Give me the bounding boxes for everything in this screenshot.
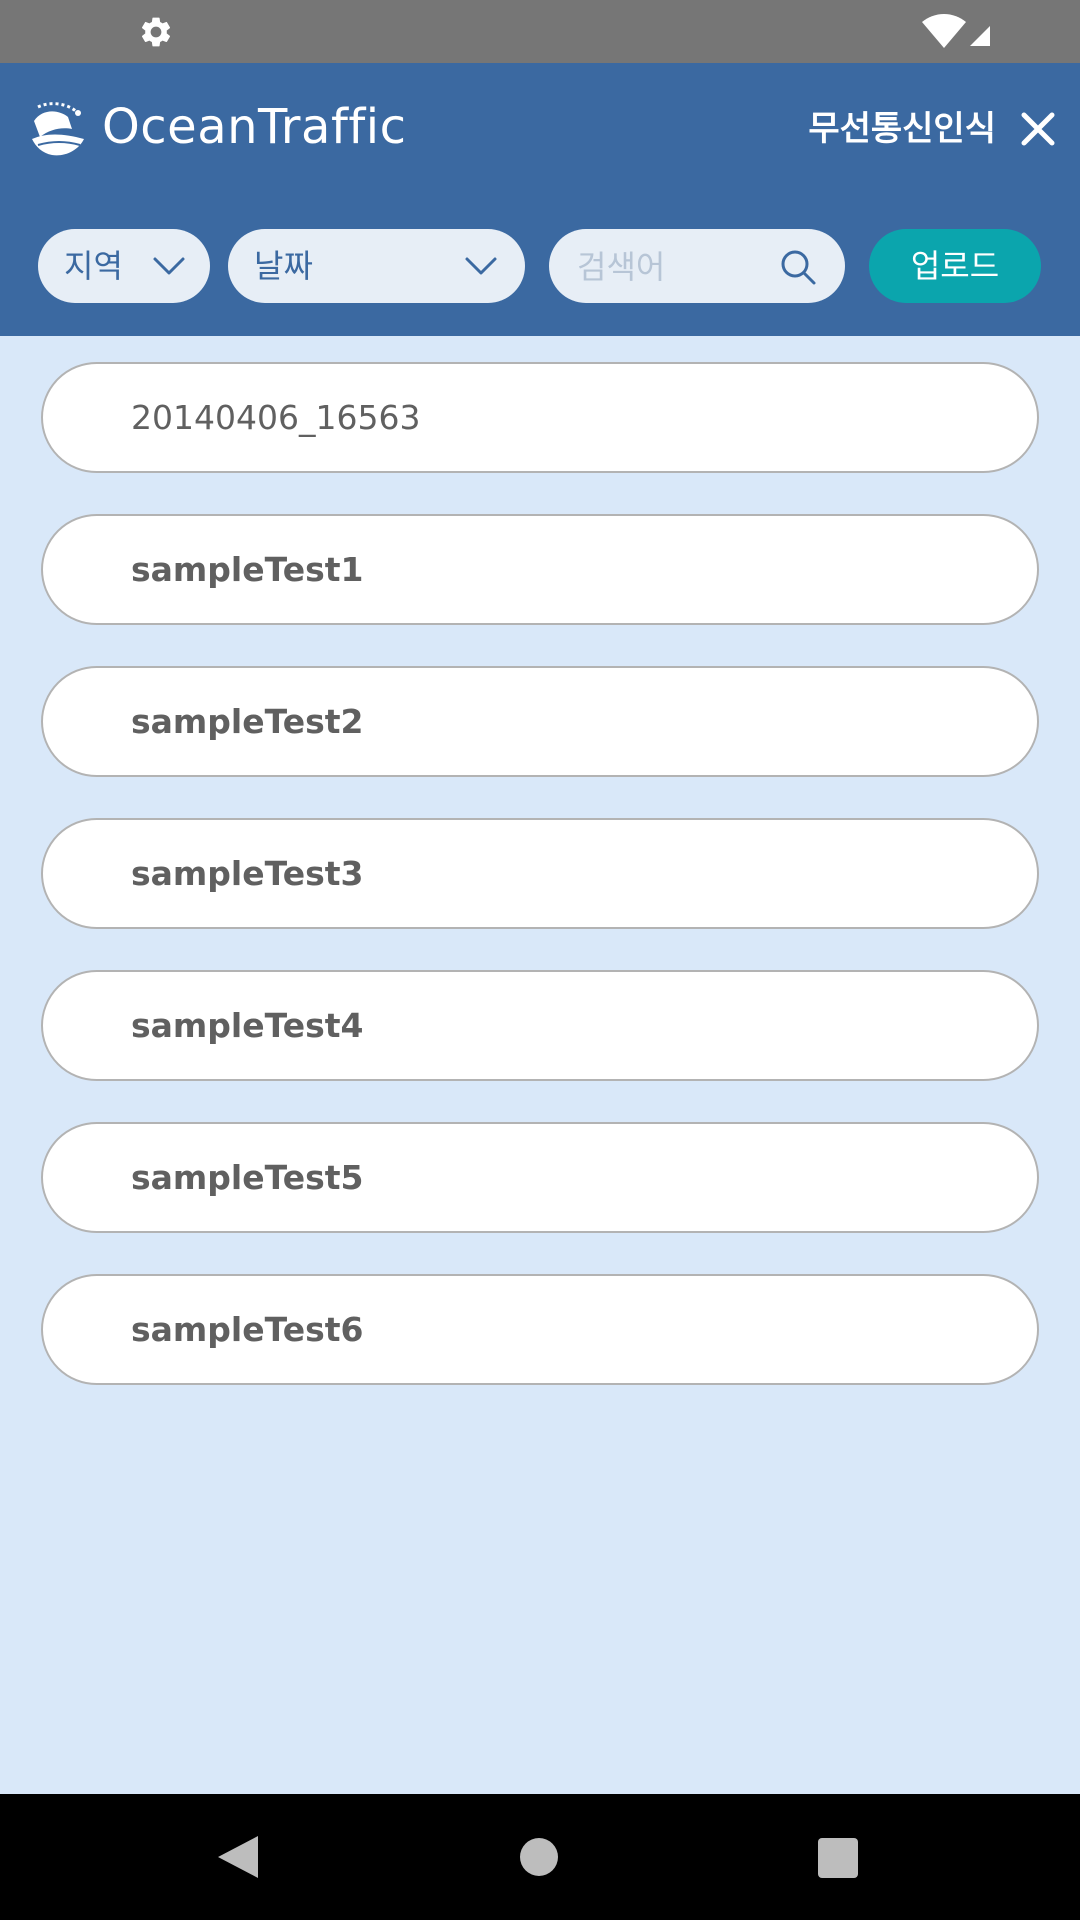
search-input[interactable] xyxy=(575,241,779,293)
search-box xyxy=(549,229,845,303)
list-item[interactable]: sampleTest2 xyxy=(41,666,1039,777)
app-title: OceanTraffic xyxy=(102,99,407,155)
recents-icon[interactable] xyxy=(818,1838,858,1878)
list-item-label: sampleTest2 xyxy=(131,702,364,741)
list-item-label: sampleTest4 xyxy=(131,1006,364,1045)
list-item[interactable]: sampleTest5 xyxy=(41,1122,1039,1233)
logo-icon xyxy=(32,102,84,156)
status-bar xyxy=(0,0,1080,63)
gear-icon xyxy=(141,17,171,47)
signal-icon xyxy=(970,26,990,46)
list-item-label: 20140406_16563 xyxy=(131,398,421,437)
list-item[interactable]: sampleTest4 xyxy=(41,970,1039,1081)
upload-button[interactable]: 업로드 xyxy=(869,229,1041,303)
home-icon[interactable] xyxy=(520,1838,558,1876)
date-dropdown[interactable]: 날짜 xyxy=(228,229,525,303)
region-dropdown-label: 지역 xyxy=(64,247,123,285)
system-nav-bar xyxy=(0,1794,1080,1920)
date-dropdown-label: 날짜 xyxy=(254,247,313,285)
wireless-recognition-button[interactable]: 무선통신인식 xyxy=(808,107,996,151)
list-item[interactable]: 20140406_16563 xyxy=(41,362,1039,473)
app-header: OceanTraffic 무선통신인식 지역 날짜 검색어 업로드 xyxy=(0,63,1080,336)
search-icon[interactable] xyxy=(779,248,817,286)
wifi-icon xyxy=(922,14,966,48)
list-item-label: sampleTest1 xyxy=(131,550,364,589)
back-icon[interactable] xyxy=(216,1834,260,1880)
list-item-label: sampleTest5 xyxy=(131,1158,364,1197)
region-dropdown[interactable]: 지역 xyxy=(38,229,210,303)
list-item[interactable]: sampleTest6 xyxy=(41,1274,1039,1385)
record-list: 20140406_16563 sampleTest1 sampleTest2 s… xyxy=(41,362,1039,1426)
app-screen: OceanTraffic 무선통신인식 지역 날짜 검색어 업로드 201404… xyxy=(0,0,1080,1920)
close-icon[interactable] xyxy=(1018,109,1058,149)
chevron-down-icon xyxy=(465,257,497,275)
list-item[interactable]: sampleTest3 xyxy=(41,818,1039,929)
list-item[interactable]: sampleTest1 xyxy=(41,514,1039,625)
list-item-label: sampleTest3 xyxy=(131,854,364,893)
chevron-down-icon xyxy=(153,257,185,275)
list-item-label: sampleTest6 xyxy=(131,1310,364,1349)
